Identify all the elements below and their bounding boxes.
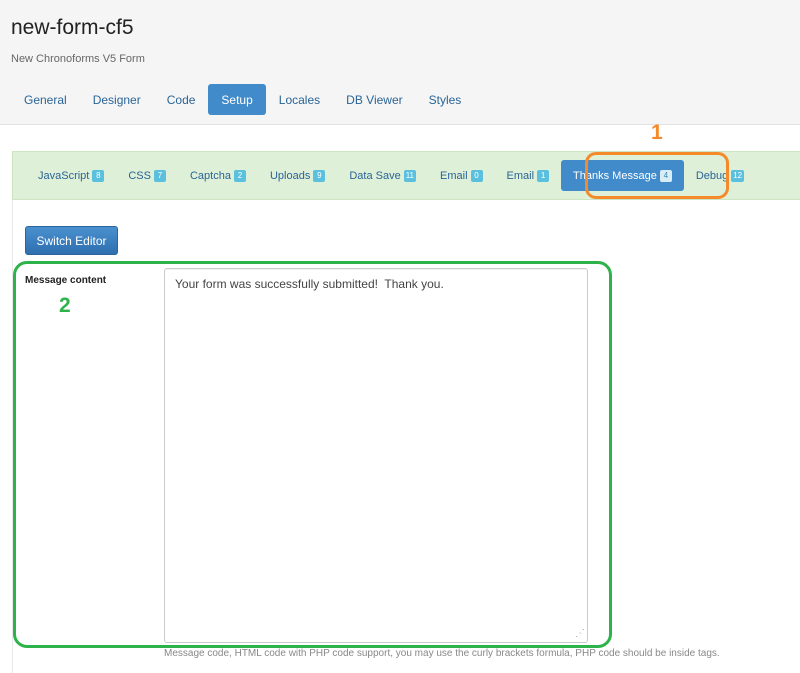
annotation-marker-2: 2 [59,294,71,317]
tab-db-viewer[interactable]: DB Viewer [333,84,415,115]
subtab-javascript[interactable]: JavaScript 8 [26,160,116,191]
subtab-label: Captcha [189,169,231,182]
subtab-email-1[interactable]: Email 1 [495,160,562,191]
subtab-captcha[interactable]: Captcha 2 [178,160,258,191]
main-tabs: General Designer Code Setup Locales DB V… [11,84,474,116]
tab-code[interactable]: Code [154,84,209,115]
subtab-label: Email [506,169,535,182]
count-badge: 9 [313,169,326,182]
subtab-label: Email [440,169,468,182]
count-badge: 8 [92,169,105,182]
subtab-label: Uploads [269,169,311,182]
count-badge: 7 [153,169,166,182]
switch-editor-button[interactable]: Switch Editor [25,226,118,255]
subtab-label: Data Save [349,169,401,182]
tab-locales[interactable]: Locales [266,84,333,115]
tab-styles[interactable]: Styles [416,84,475,115]
count-badge: 11 [403,169,417,182]
count-badge: 12 [731,169,745,182]
subtab-data-save[interactable]: Data Save 11 [337,160,428,191]
count-badge: 2 [233,169,246,182]
page-header: new-form-cf5 New Chronoforms V5 Form Gen… [0,0,800,125]
tab-designer[interactable]: Designer [80,84,154,115]
tab-setup[interactable]: Setup [208,84,266,115]
tab-general[interactable]: General [11,84,80,115]
message-help-text: Message code, HTML code with PHP code su… [164,648,720,659]
subtab-css[interactable]: CSS 7 [116,160,178,191]
subtab-uploads[interactable]: Uploads 9 [258,160,337,191]
annotation-highlight-thanks-tab [585,152,729,199]
annotation-marker-1: 1 [651,121,663,144]
count-badge: 1 [537,169,550,182]
subtab-email-0[interactable]: Email 0 [428,160,495,191]
subtab-label: JavaScript [38,169,90,182]
count-badge: 0 [470,169,483,182]
page-title: new-form-cf5 [11,16,134,39]
annotation-highlight-message-field [13,261,612,648]
page-subtitle: New Chronoforms V5 Form [11,53,145,65]
subtab-label: CSS [128,169,151,182]
